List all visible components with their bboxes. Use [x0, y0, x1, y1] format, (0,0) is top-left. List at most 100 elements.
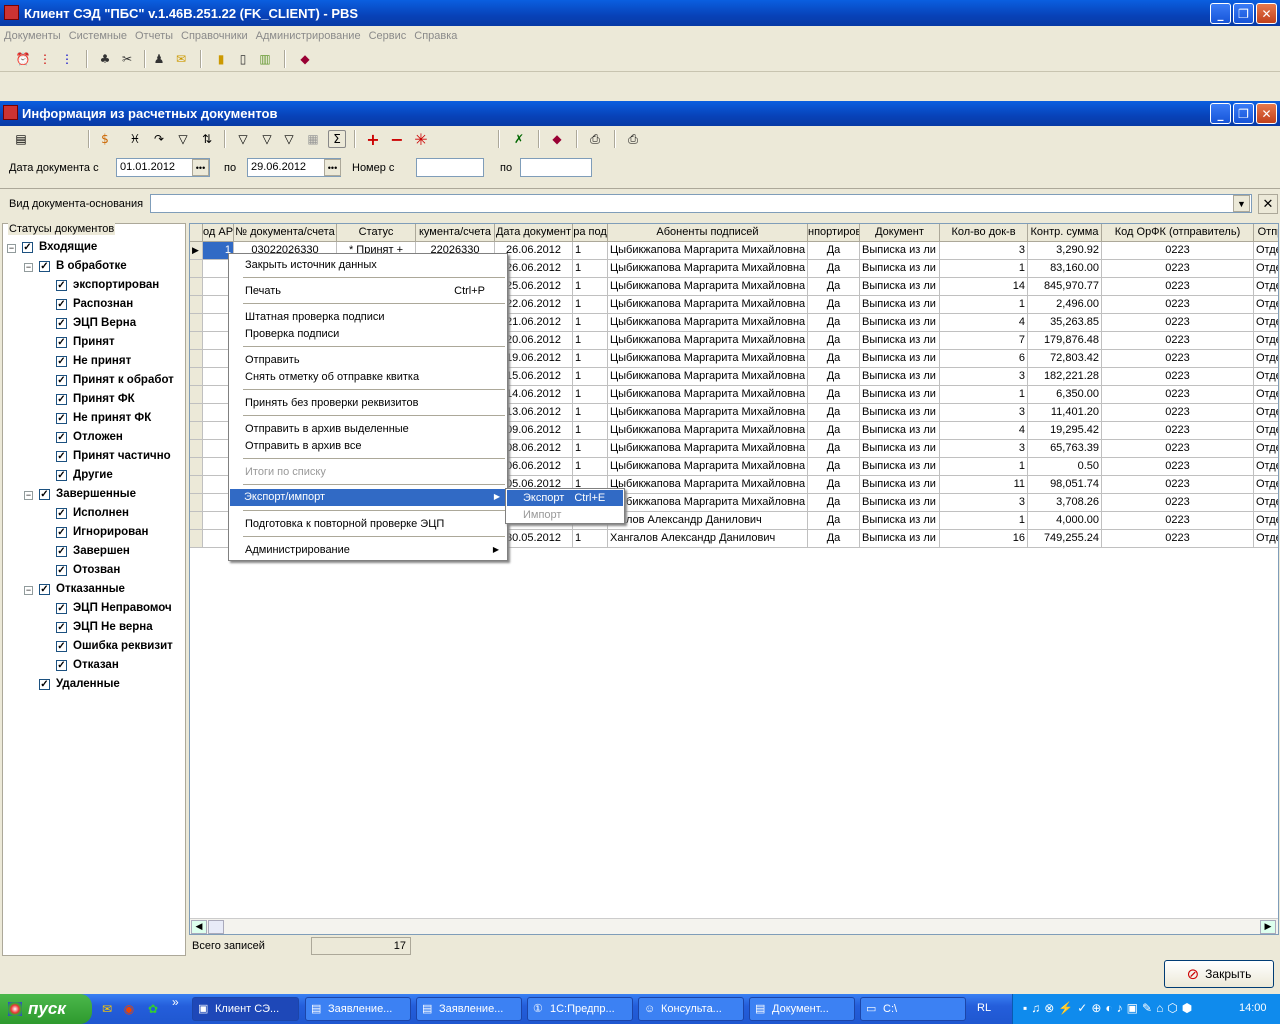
basis-clear-button[interactable]: ✕	[1258, 194, 1278, 214]
grid-cell[interactable]: 11,401.20	[1028, 404, 1102, 422]
grid-cell[interactable]: Да	[808, 260, 860, 278]
menu-help[interactable]: Справка	[414, 30, 457, 42]
grid-cell[interactable]: 2,496.00	[1028, 296, 1102, 314]
checkbox-processing-2[interactable]: ✓	[56, 318, 67, 329]
row-indicator[interactable]	[190, 494, 203, 512]
grid-cell[interactable]: 0223	[1102, 242, 1254, 260]
org-icon[interactable]: ♟	[150, 50, 168, 68]
grid-header-9[interactable]: Кол-во док-в	[940, 224, 1028, 242]
menu-close-source[interactable]: Закрыть источник данных	[231, 257, 505, 273]
tree-item-incoming[interactable]: Входящие	[39, 241, 185, 253]
checkbox-processing-0[interactable]: ✓	[56, 280, 67, 291]
expander-icon[interactable]: −	[24, 263, 33, 272]
grid-cell[interactable]: Отде	[1254, 440, 1278, 458]
grid-cell[interactable]: 749,255.24	[1028, 530, 1102, 548]
grid-cell[interactable]: Выписка из ли	[860, 476, 940, 494]
grid-cell[interactable]: Выписка из ли	[860, 530, 940, 548]
tree-item-processing-7[interactable]: Не принят ФК	[73, 412, 185, 424]
row-indicator[interactable]	[190, 404, 203, 422]
tree-item-rejected-2[interactable]: Ошибка реквизит	[73, 640, 185, 652]
menu-service[interactable]: Сервис	[369, 30, 407, 42]
grid-cell[interactable]: Выписка из ли	[860, 404, 940, 422]
grid-cell[interactable]: Выписка из ли	[860, 350, 940, 368]
tree-item-rejected-3[interactable]: Отказан	[73, 659, 185, 671]
menu-export[interactable]: Экспорт Ctrl+E	[507, 490, 623, 506]
checkbox-rejected[interactable]: ✓	[39, 584, 50, 595]
checkbox-processing-10[interactable]: ✓	[56, 470, 67, 481]
grid-cell[interactable]: Отде	[1254, 422, 1278, 440]
tree-item-processing-1[interactable]: Распознан	[73, 298, 185, 310]
date-from-picker-button[interactable]: •••	[192, 159, 209, 176]
grid-cell[interactable]: Да	[808, 422, 860, 440]
grid-cell[interactable]: Отде	[1254, 278, 1278, 296]
tree-item-processing-4[interactable]: Не принят	[73, 355, 185, 367]
grid-cell[interactable]: 3	[940, 494, 1028, 512]
grid-cell[interactable]: Отде	[1254, 494, 1278, 512]
new-document-icon[interactable]: ▤	[12, 130, 30, 148]
tree-item-rejected-1[interactable]: ЭЦП Не верна	[73, 621, 185, 633]
menu-administration[interactable]: Администрирование ▶	[231, 542, 505, 558]
row-indicator[interactable]	[190, 458, 203, 476]
grid-cell[interactable]: Цыбикжапова Маргарита Михайловна	[608, 476, 808, 494]
grid-cell[interactable]: 1	[573, 404, 608, 422]
grid-cell[interactable]: Выписка из ли	[860, 314, 940, 332]
hierarchy-icon[interactable]: ⋮	[58, 50, 76, 68]
grid-header-0[interactable]: од АР	[203, 224, 234, 242]
mail-icon[interactable]: ✉	[172, 50, 190, 68]
grid-cell[interactable]: Выписка из ли	[860, 422, 940, 440]
grid-cell[interactable]: 0223	[1102, 422, 1254, 440]
grid-cell[interactable]: 3	[940, 242, 1028, 260]
taskbar-task[interactable]: ☺ Консульта...	[638, 997, 744, 1021]
grid-header-8[interactable]: Документ	[860, 224, 940, 242]
grid-cell[interactable]: 0223	[1102, 476, 1254, 494]
grid-cell[interactable]: 3	[940, 368, 1028, 386]
grid-cell[interactable]: Цыбикжапова Маргарита Михайловна	[608, 404, 808, 422]
menu-accept-no-check[interactable]: Принять без проверки реквизитов	[231, 395, 505, 411]
menu-system[interactable]: Системные	[69, 30, 127, 42]
books-icon[interactable]: ▥	[256, 50, 274, 68]
child-close-button[interactable]: ✕	[1256, 103, 1277, 124]
grid-cell[interactable]: Да	[808, 530, 860, 548]
child-minimize-button[interactable]: _	[1210, 103, 1231, 124]
binoculars-icon[interactable]: ♓	[126, 130, 144, 148]
filter-set-icon[interactable]: ▽	[234, 130, 252, 148]
grid-cell[interactable]: 72,803.42	[1028, 350, 1102, 368]
minimize-button[interactable]: _	[1210, 3, 1231, 24]
add-icon[interactable]: +	[364, 130, 382, 149]
open-book-icon[interactable]: ▯	[234, 50, 252, 68]
grid-cell[interactable]: 1	[573, 260, 608, 278]
filter-icon[interactable]: ▽	[174, 130, 192, 148]
grid-cell[interactable]: 0223	[1102, 404, 1254, 422]
taskbar-task[interactable]: ① 1С:Предпр...	[527, 997, 633, 1021]
grid-cell[interactable]: Цыбикжапова Маргарита Михайловна	[608, 494, 808, 512]
grid-cell[interactable]: 1	[573, 314, 608, 332]
grid-cell[interactable]: 0223	[1102, 440, 1254, 458]
grid-cell[interactable]: 3,708.26	[1028, 494, 1102, 512]
language-indicator[interactable]: RL	[977, 1002, 991, 1014]
sum-icon[interactable]: Σ	[328, 130, 346, 148]
grid-cell[interactable]: Цыбикжапова Маргарита Михайловна	[608, 260, 808, 278]
taskbar-task[interactable]: ▤ Заявление...	[305, 997, 411, 1021]
dictionary-icon[interactable]: ◆	[296, 50, 314, 68]
grid-cell[interactable]: Выписка из ли	[860, 440, 940, 458]
grid-cell[interactable]: 1	[940, 296, 1028, 314]
grid-cell[interactable]: Цыбикжапова Маргарита Михайловна	[608, 368, 808, 386]
find-next-icon[interactable]: ↷	[150, 130, 168, 148]
grid-cell[interactable]: Отде	[1254, 260, 1278, 278]
grid-cell[interactable]: 1	[573, 350, 608, 368]
grid-cell[interactable]: Да	[808, 350, 860, 368]
grid-cell[interactable]: 1	[573, 368, 608, 386]
menu-export-import[interactable]: Экспорт/импорт ▶	[230, 489, 506, 506]
menu-documents[interactable]: Документы	[4, 30, 61, 42]
grid-cell[interactable]: 3,290.92	[1028, 242, 1102, 260]
grid-cell[interactable]: нгалов Александр Данилович	[608, 512, 808, 530]
grid-cell[interactable]: 182,221.28	[1028, 368, 1102, 386]
tree-item-processing-0[interactable]: экспортирован	[73, 279, 185, 291]
child-restore-button[interactable]: ❐	[1233, 103, 1254, 124]
grid-header-5[interactable]: ра под	[573, 224, 608, 242]
tree-icon[interactable]: ⋮	[36, 50, 54, 68]
grid-header-10[interactable]: Контр. сумма	[1028, 224, 1102, 242]
taskbar-task[interactable]: ▣ Клиент СЭ...	[192, 997, 299, 1021]
scroll-thumb[interactable]	[208, 920, 224, 934]
grid-cell[interactable]: Да	[808, 386, 860, 404]
